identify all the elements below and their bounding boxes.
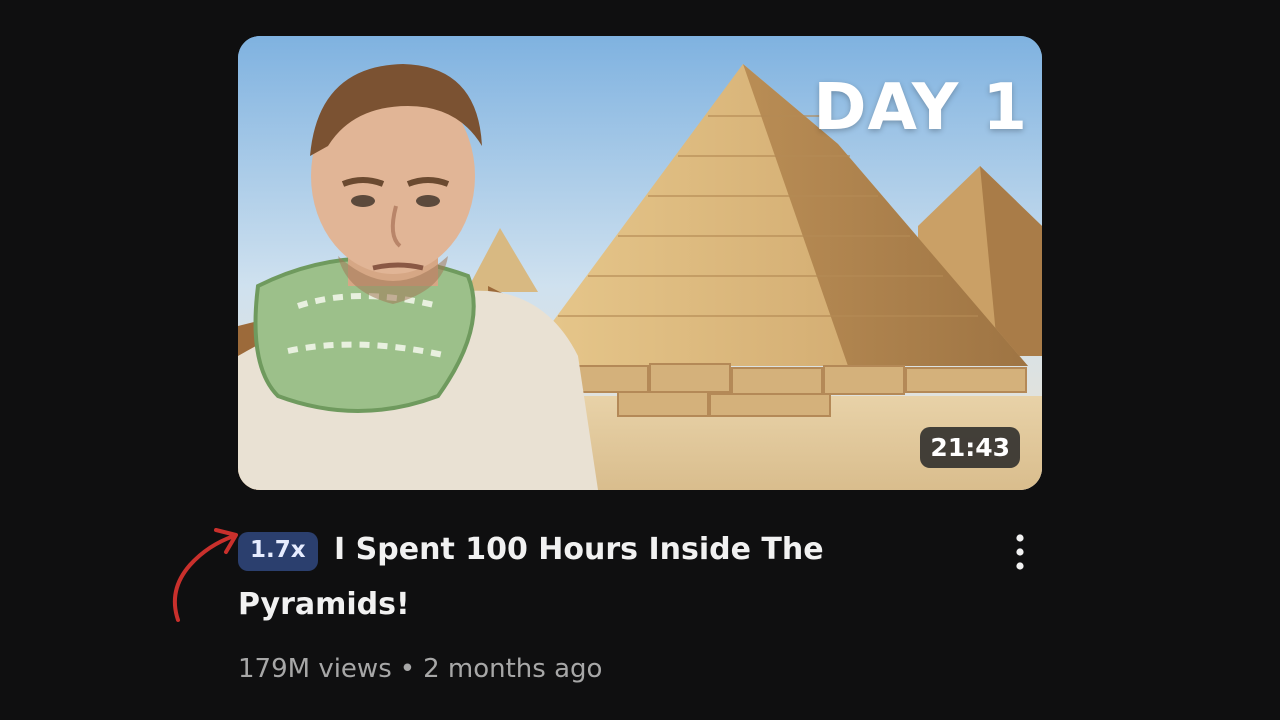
- red-curved-arrow-icon: [173, 528, 238, 622]
- more-options-button[interactable]: [1004, 528, 1036, 576]
- video-info: 1.7x I Spent 100 Hours Inside The Pyrami…: [238, 522, 978, 684]
- view-count: 179M views: [238, 654, 392, 684]
- more-vertical-icon: [1016, 534, 1024, 570]
- thumbnail-day-label: DAY 1: [813, 71, 1028, 145]
- duration-badge: 21:43: [920, 427, 1020, 468]
- video-title-text[interactable]: I Spent 100 Hours Inside The Pyramids!: [238, 532, 824, 622]
- video-metadata: 179M views • 2 months ago: [238, 654, 978, 684]
- meta-separator: •: [399, 654, 416, 684]
- video-title[interactable]: 1.7x I Spent 100 Hours Inside The Pyrami…: [238, 522, 978, 632]
- upload-age: 2 months ago: [423, 654, 603, 684]
- speed-badge: 1.7x: [238, 532, 318, 572]
- video-card: DAY 1 21:43 1.7x I Spent 100 Hours Insid…: [0, 0, 1280, 720]
- video-thumbnail[interactable]: DAY 1 21:43: [238, 36, 1042, 490]
